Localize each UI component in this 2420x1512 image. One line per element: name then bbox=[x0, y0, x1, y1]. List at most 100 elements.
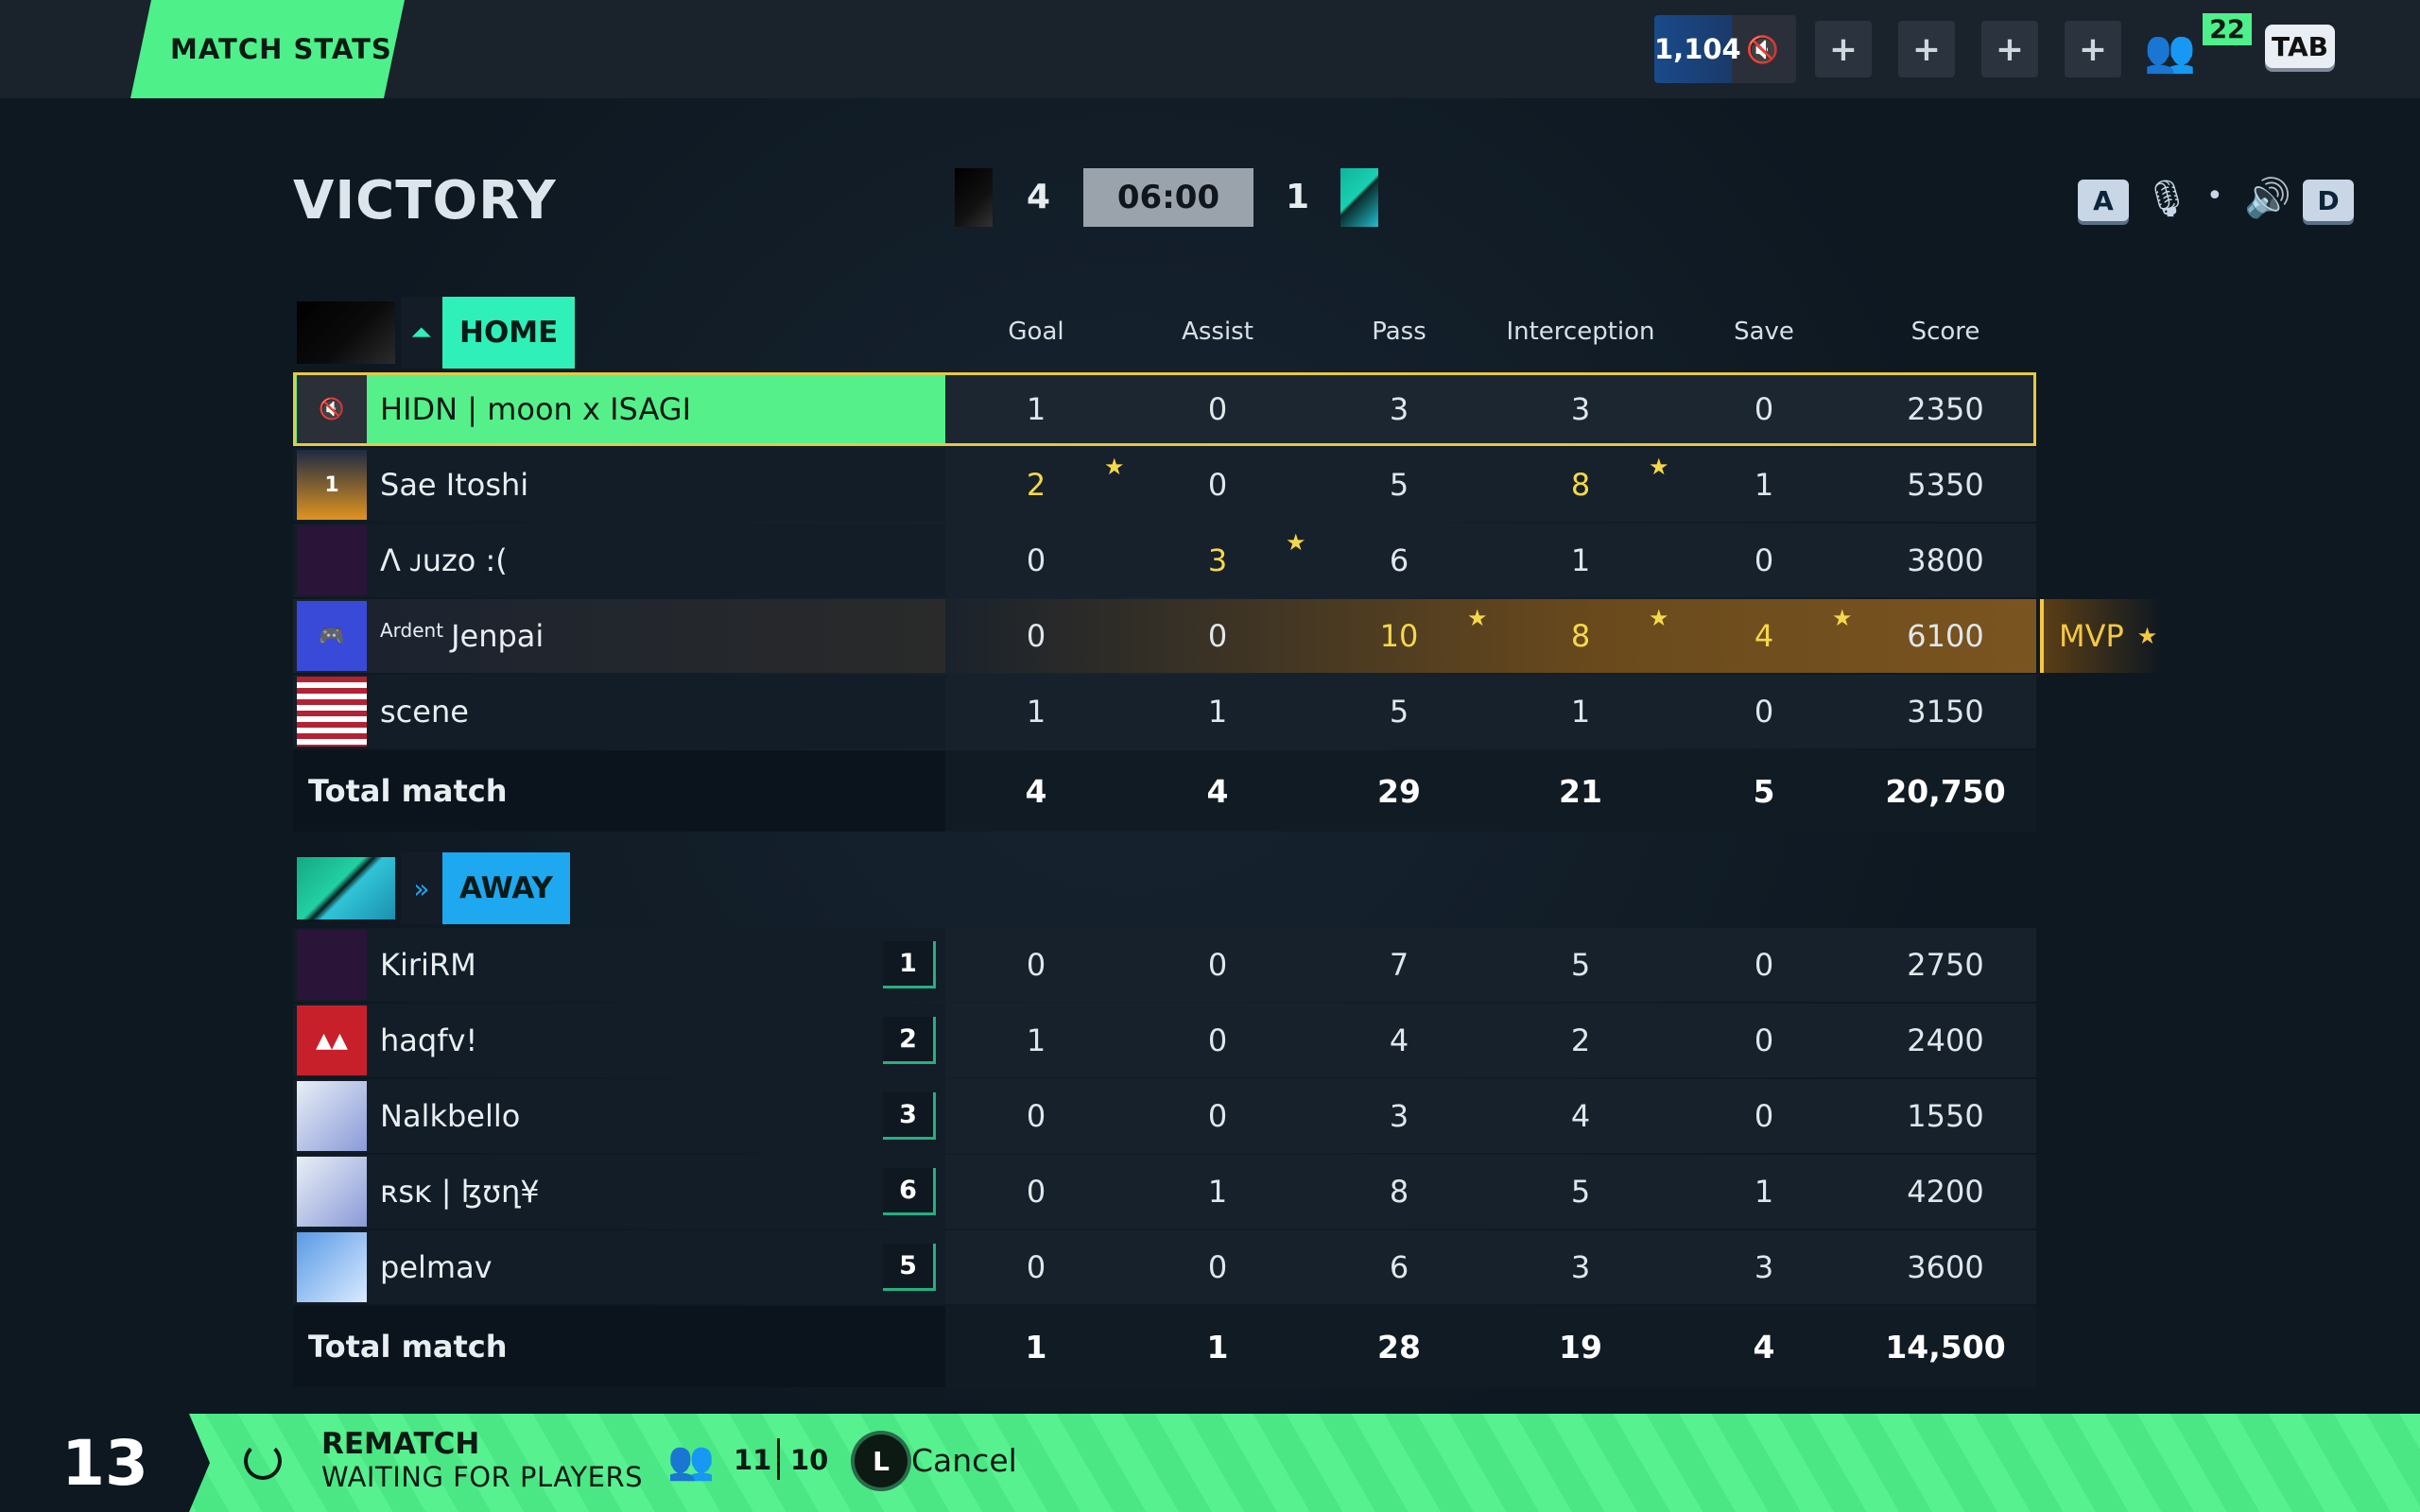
player-name[interactable]: HIDN | moon x ISAGI bbox=[380, 391, 691, 427]
away-player-row[interactable]: ʀsᴋ | ɮʊղ¥ 6 0 1 8 5 1 4200 bbox=[293, 1155, 2036, 1228]
avatar[interactable] bbox=[297, 930, 367, 1000]
player-name[interactable]: Nalkbello bbox=[380, 1098, 520, 1134]
col-header-goal: Goal bbox=[1008, 318, 1064, 346]
player-rank-badge: 1 bbox=[883, 941, 936, 988]
avatar[interactable] bbox=[297, 525, 367, 595]
away-player-row[interactable]: pelmav 5 0 0 6 3 3 3600 bbox=[293, 1230, 2036, 1304]
player-name[interactable]: pelmav bbox=[380, 1249, 493, 1285]
home-player-row[interactable]: scene 1 1 5 1 0 3150 bbox=[293, 675, 2036, 748]
away-team-name: AWAY bbox=[442, 852, 570, 924]
stat-assist: 0 bbox=[1207, 391, 1228, 427]
stat-assist: 1 bbox=[1207, 694, 1228, 730]
home-team-logo bbox=[297, 301, 395, 364]
stat-interception: 1 bbox=[1570, 542, 1591, 578]
avatar[interactable] bbox=[297, 1157, 367, 1227]
stat-pass: 7 bbox=[1389, 947, 1409, 983]
stat-save: 0 bbox=[1754, 694, 1774, 730]
away-total-save: 4 bbox=[1753, 1328, 1775, 1366]
away-player-row[interactable]: ▲▲ haqfv! 2 1 0 4 2 0 2400 bbox=[293, 1004, 2036, 1077]
stat-interception: 1 bbox=[1570, 694, 1591, 730]
stat-interception: 3 bbox=[1570, 1249, 1591, 1285]
home-total-pass: 29 bbox=[1377, 772, 1421, 810]
separator-dot: • bbox=[2206, 180, 2223, 213]
match-timer: 06:00 bbox=[1083, 168, 1253, 227]
tab-key-hint[interactable]: TAB bbox=[2265, 25, 2335, 68]
stat-score: 2750 bbox=[1907, 947, 1984, 983]
stat-pass: 8 bbox=[1389, 1174, 1409, 1210]
stat-pass: 6 bbox=[1389, 542, 1409, 578]
players-icon: 👥 bbox=[667, 1439, 715, 1483]
home-team-flag bbox=[955, 168, 993, 227]
add-slot-button-1[interactable]: + bbox=[1815, 21, 1872, 77]
stat-score: 3800 bbox=[1907, 542, 1984, 578]
stat-pass: 3 bbox=[1389, 1098, 1409, 1134]
away-team-flag bbox=[1340, 168, 1378, 227]
home-total-interception: 21 bbox=[1559, 772, 1602, 810]
stat-assist: 0 bbox=[1207, 947, 1228, 983]
top-bar: MATCH STATS 1,104 🔇 + + + + 👥 22 TAB bbox=[0, 0, 2420, 98]
stat-pass: 4 bbox=[1389, 1022, 1409, 1058]
match-stats-tab[interactable]: MATCH STATS bbox=[130, 0, 405, 98]
player-name[interactable]: KiriRM bbox=[380, 947, 476, 983]
player-name[interactable]: Ardent Jenpai bbox=[380, 618, 544, 654]
player-name[interactable]: ʀsᴋ | ɮʊղ¥ bbox=[380, 1174, 540, 1210]
avatar[interactable]: ▲▲ bbox=[297, 1005, 367, 1075]
stat-goal: 0 bbox=[1026, 947, 1046, 983]
player-name[interactable]: Λ ᴊuzo :( bbox=[380, 542, 508, 578]
player-rank-badge: 6 bbox=[883, 1168, 936, 1215]
key-a-hint[interactable]: A bbox=[2078, 180, 2129, 221]
home-player-row[interactable]: 1 Sae Itoshi 2 ★ 0 5 8 ★ 1 5350 bbox=[293, 448, 2036, 522]
avatar[interactable]: 🎮 bbox=[297, 601, 367, 671]
avatar[interactable] bbox=[297, 1232, 367, 1302]
party-count-badge: 22 bbox=[2203, 13, 2252, 45]
away-player-row[interactable]: Nalkbello 3 0 0 3 4 0 1550 bbox=[293, 1079, 2036, 1153]
avatar[interactable]: 1 bbox=[297, 450, 367, 520]
cancel-key-hint[interactable]: L bbox=[855, 1435, 908, 1487]
volume-icon[interactable]: 🔊 bbox=[2244, 176, 2291, 220]
party-icon[interactable]: 👥 bbox=[2144, 26, 2196, 76]
avatar[interactable] bbox=[297, 1081, 367, 1151]
col-header-assist: Assist bbox=[1182, 318, 1253, 346]
away-player-row[interactable]: KiriRM 1 0 0 7 5 0 2750 bbox=[293, 928, 2036, 1002]
stat-goal: 1 bbox=[1026, 391, 1046, 427]
star-icon: ★ bbox=[1104, 454, 1125, 480]
home-team-header: ⏶ HOME bbox=[297, 297, 576, 369]
stat-assist: 0 bbox=[1207, 1098, 1228, 1134]
star-icon: ★ bbox=[1649, 605, 1669, 631]
stat-goal: 0 bbox=[1026, 1098, 1046, 1134]
total-label: Total match bbox=[308, 773, 508, 809]
player-name-cell: Λ ᴊuzo :( bbox=[293, 524, 945, 597]
stat-pass: 10 bbox=[1379, 618, 1419, 654]
add-slot-button-3[interactable]: + bbox=[1981, 21, 2038, 77]
add-slot-button-4[interactable]: + bbox=[2065, 21, 2121, 77]
player-name[interactable]: haqfv! bbox=[380, 1022, 477, 1058]
stat-interception: 3 bbox=[1570, 391, 1591, 427]
stat-interception: 4 bbox=[1570, 1098, 1591, 1134]
away-team-logo bbox=[297, 857, 395, 919]
player-rank-badge: 2 bbox=[883, 1017, 936, 1064]
stat-score: 3150 bbox=[1907, 694, 1984, 730]
player-name[interactable]: scene bbox=[380, 694, 469, 730]
stat-save: 0 bbox=[1754, 391, 1774, 427]
add-slot-button-2[interactable]: + bbox=[1898, 21, 1955, 77]
stat-save: 3 bbox=[1754, 1249, 1774, 1285]
home-total-save: 5 bbox=[1753, 772, 1775, 810]
player-name[interactable]: Sae Itoshi bbox=[380, 467, 528, 503]
mic-off-icon[interactable]: 🎙 bbox=[2144, 178, 2189, 220]
stat-score: 4200 bbox=[1907, 1174, 1984, 1210]
player-name-cell: Nalkbello 3 bbox=[293, 1079, 945, 1153]
home-player-row[interactable]: Λ ᴊuzo :(0 3 ★ 6 1 0 3800 bbox=[293, 524, 2036, 597]
stat-assist: 3 bbox=[1207, 542, 1228, 578]
home-player-row[interactable]: 🎮 Ardent Jenpai 0 0 10 ★ 8 ★ 4 ★ 6100 bbox=[293, 599, 2036, 673]
player-name-text: Nalkbello bbox=[380, 1098, 521, 1134]
player-name-text: haqfv! bbox=[380, 1022, 478, 1058]
home-total-row: Total match 4 4 29 21 5 20,750 bbox=[293, 750, 2036, 832]
avatar[interactable] bbox=[297, 677, 367, 747]
elo-value: 1,104 bbox=[1654, 33, 1741, 65]
player-name-text: HIDN | moon x ISAGI bbox=[380, 391, 691, 427]
stat-assist: 0 bbox=[1207, 467, 1228, 503]
home-player-row[interactable]: 🔇 HIDN | moon x ISAGI 1 0 3 3 0 2350 bbox=[293, 372, 2036, 446]
avatar[interactable]: 🔇 bbox=[297, 374, 367, 444]
key-d-hint[interactable]: D bbox=[2303, 180, 2354, 221]
cancel-button[interactable]: Cancel bbox=[911, 1442, 1017, 1479]
